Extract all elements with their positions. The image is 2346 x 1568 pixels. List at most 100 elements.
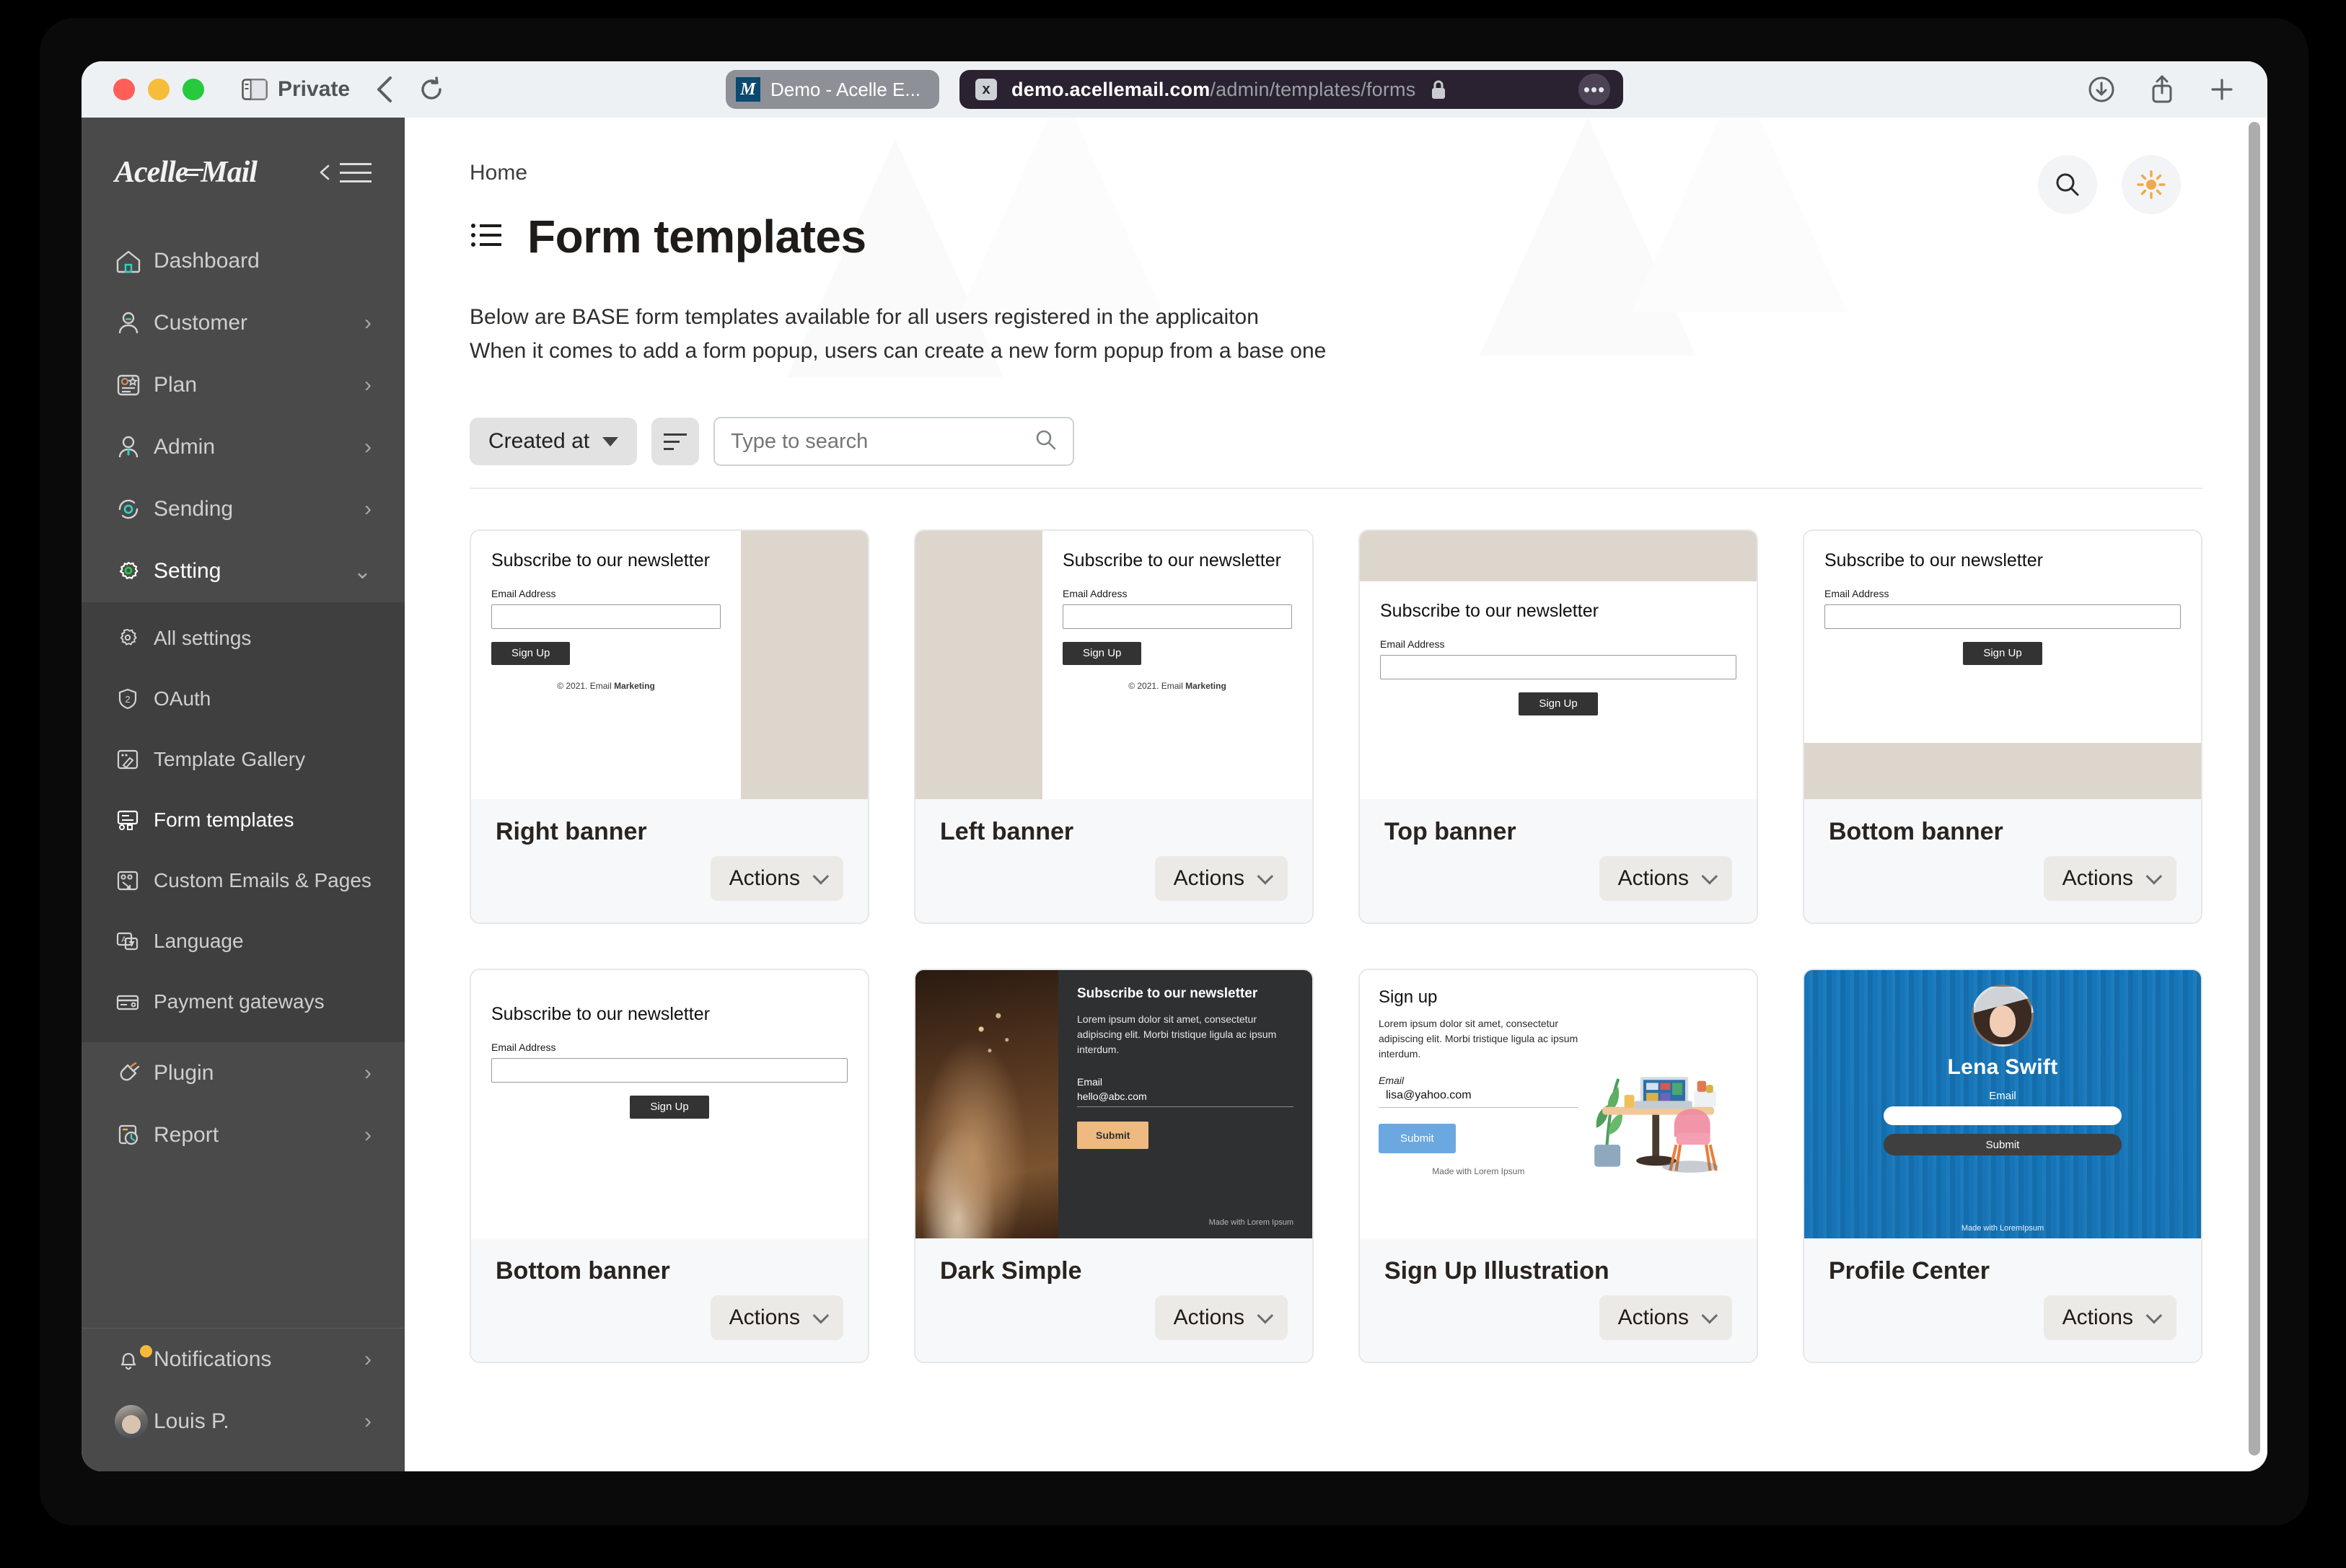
search-input[interactable] [731, 429, 1058, 454]
sidebar-item-oauth[interactable]: 2 OAuth [82, 669, 405, 729]
chevron-right-icon: › [364, 435, 372, 459]
avatar [1972, 985, 2034, 1047]
search-input-wrapper[interactable] [713, 417, 1075, 466]
template-card[interactable]: Subscribe to our newsletter Email Addres… [1358, 529, 1758, 924]
sidebar-item-plan[interactable]: Plan › [82, 354, 405, 416]
actions-button[interactable]: Actions [2043, 1295, 2176, 1340]
reload-button[interactable] [419, 76, 444, 102]
preview-banner [915, 531, 1042, 799]
preview-title: Subscribe to our newsletter [1824, 550, 2043, 571]
actions-button[interactable]: Actions [2043, 856, 2176, 901]
sort-direction-button[interactable] [651, 418, 700, 465]
window-controls[interactable] [113, 79, 204, 100]
sidebar-toggle-icon [242, 79, 268, 100]
browser-tab[interactable]: M Demo - Acelle E... [725, 70, 940, 109]
preview-field-label: Email Address [1824, 587, 1889, 599]
sidebar-item-customer[interactable]: Customer › [82, 292, 405, 354]
template-footer: Bottom banner Actions [471, 1238, 868, 1362]
template-card[interactable]: Subscribe to our newsletter Email Addres… [470, 529, 869, 924]
actions-button[interactable]: Actions [1599, 1295, 1732, 1340]
private-mode-button[interactable]: Private [242, 77, 350, 102]
preview-banner [1804, 743, 2201, 799]
admin-user-icon [115, 434, 154, 460]
sort-icon [664, 433, 687, 450]
template-preview: Subscribe to our newsletter Email Addres… [1804, 531, 2201, 799]
page-menu-button[interactable]: ••• [1578, 74, 1611, 105]
share-icon [2152, 75, 2172, 103]
maximize-window-button[interactable] [183, 79, 204, 100]
sidebar-item-custom-emails-pages[interactable]: Custom Emails & Pages [82, 850, 405, 911]
sidebar-item-all-settings[interactable]: All settings [82, 608, 405, 669]
preview-banner [741, 531, 868, 799]
back-button[interactable] [374, 75, 395, 104]
template-card[interactable]: Subscribe to our newsletter Lorem ipsum … [914, 969, 1314, 1363]
minimize-window-button[interactable] [148, 79, 170, 100]
actions-label: Actions [2062, 866, 2133, 890]
preview-title: Sign up [1379, 987, 1438, 1007]
list-icon [470, 219, 504, 255]
sidebar-item-template-gallery[interactable]: Template Gallery [82, 729, 405, 790]
sidebar-item-setting[interactable]: Setting ⌄ [82, 540, 405, 602]
chevron-down-icon [812, 868, 830, 885]
sidebar-item-form-templates[interactable]: Form templates [82, 790, 405, 850]
url-text: demo.acellemail.com/admin/templates/form… [1011, 79, 1415, 101]
chevron-down-icon: ⌄ [353, 559, 372, 583]
sidebar-item-sending[interactable]: Sending › [82, 478, 405, 540]
template-footer: Profile Center Actions [1804, 1238, 2201, 1362]
bell-icon [115, 1345, 154, 1373]
template-card[interactable]: Subscribe to our newsletter Email Addres… [914, 529, 1314, 924]
vertical-scrollbar[interactable] [2249, 122, 2260, 1455]
settings-gear-icon [115, 626, 154, 651]
actions-button[interactable]: Actions [710, 856, 843, 901]
new-tab-icon [2211, 79, 2233, 100]
close-window-button[interactable] [113, 79, 135, 100]
actions-button[interactable]: Actions [1154, 1295, 1288, 1340]
sidebar-item-dashboard[interactable]: Dashboard [82, 230, 405, 292]
browser-toolbar: Private M Demo - Acelle E... x demo.acel… [82, 61, 2267, 118]
search-icon [1034, 428, 1058, 456]
preview-photo [915, 970, 1058, 1238]
template-card[interactable]: Subscribe to our newsletter Email Addres… [470, 969, 869, 1363]
share-button[interactable] [2149, 74, 2175, 105]
template-card[interactable]: Lena Swift Email Submit Made with LoremI… [1803, 969, 2202, 1363]
template-preview: Lena Swift Email Submit Made with LoremI… [1804, 970, 2201, 1238]
sort-field-select[interactable]: Created at [470, 418, 638, 465]
actions-button[interactable]: Actions [710, 1295, 843, 1340]
collapse-sidebar-button[interactable] [317, 162, 372, 182]
sidebar-item-admin[interactable]: Admin › [82, 416, 405, 478]
sidebar-item-payment-gateways[interactable]: Payment gateways [82, 972, 405, 1032]
preview-made-with: Made with LoremIpsum [1961, 1224, 2044, 1233]
chevron-down-icon [2145, 868, 2163, 885]
brush-icon [115, 747, 154, 772]
preview-title: Subscribe to our newsletter [1077, 986, 1258, 1001]
actions-button[interactable]: Actions [1154, 856, 1288, 901]
preview-button: Sign Up [1063, 641, 1142, 665]
sidebar-item-report[interactable]: Report › [82, 1104, 405, 1166]
sidebar-item-label: Admin [154, 435, 216, 459]
sidebar-item-notifications[interactable]: Notifications › [82, 1329, 405, 1391]
downloads-button[interactable] [2087, 75, 2116, 104]
template-preview: Subscribe to our newsletter Email Addres… [471, 531, 868, 799]
breadcrumb[interactable]: Home [470, 161, 2202, 185]
template-preview: Subscribe to our newsletter Email Addres… [915, 531, 1312, 799]
search-button[interactable] [2038, 155, 2097, 214]
page-title: Form templates [527, 211, 866, 263]
template-card[interactable]: Subscribe to our newsletter Email Addres… [1803, 529, 2202, 924]
sidebar-item-plugin[interactable]: Plugin › [82, 1042, 405, 1104]
preview-button: Submit [1884, 1134, 2122, 1155]
sidebar-item-user-profile[interactable]: Louis P. › [82, 1391, 405, 1453]
sidebar-item-label: Plugin [154, 1061, 214, 1085]
actions-button[interactable]: Actions [1599, 856, 1732, 901]
preview-field-value: lisa@yahoo.com [1379, 1086, 1578, 1108]
sidebar-item-label: Plan [154, 373, 198, 397]
new-tab-button[interactable] [2208, 76, 2236, 103]
app-logo: Acelle Mail [115, 155, 258, 190]
sidebar-item-label: Language [154, 930, 244, 952]
theme-toggle-button[interactable] [2122, 155, 2181, 214]
sidebar-item-language[interactable]: A Language [82, 911, 405, 972]
sidebar-item-label: Dashboard [154, 249, 260, 273]
address-bar[interactable]: x demo.acellemail.com/admin/templates/fo… [959, 70, 1624, 109]
template-card[interactable]: Sign up Lorem ipsum dolor sit amet, cons… [1358, 969, 1758, 1363]
actions-label: Actions [729, 866, 800, 890]
close-icon[interactable]: x [975, 79, 998, 100]
